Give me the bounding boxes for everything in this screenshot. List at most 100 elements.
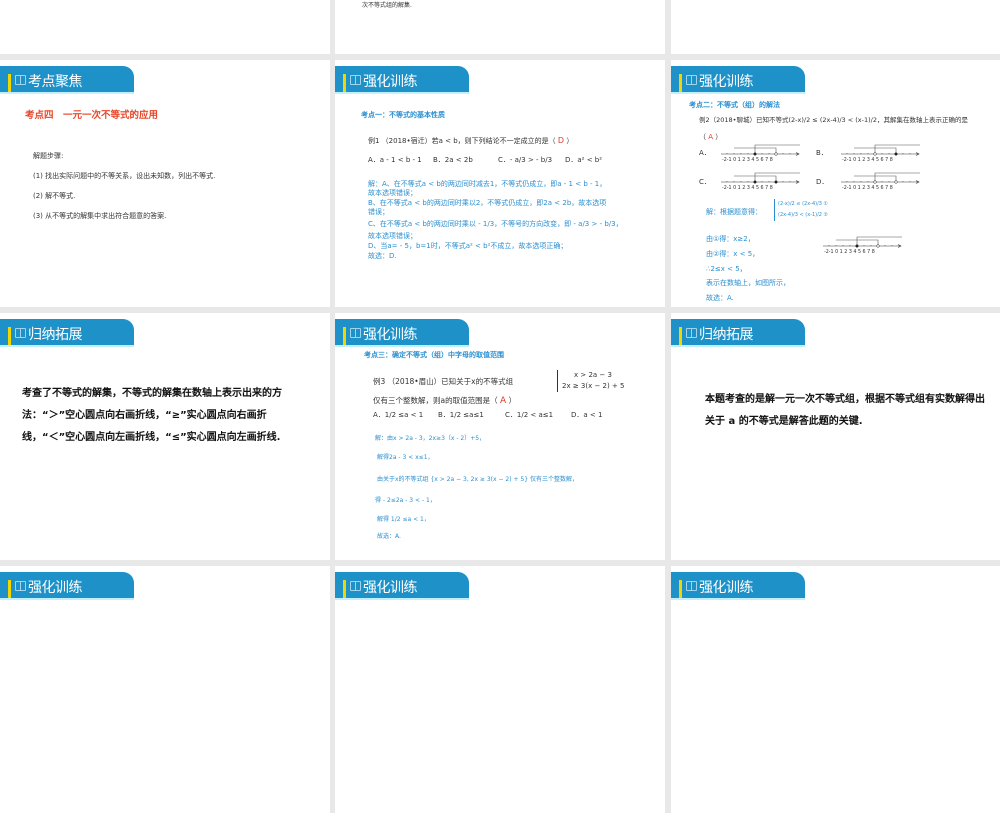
- system-line: (2x-4)/3 < (x-1)/2 ②: [778, 212, 829, 218]
- solution-line: 表示在数轴上，如图所示，: [706, 279, 790, 287]
- book-icon: [15, 75, 26, 85]
- solution-line: 故选：A.: [377, 533, 401, 540]
- solution-line: D、当a= - 5，b=1时，不等式a² < b²不成立，故本选项正确；: [368, 242, 568, 250]
- slide-header-title: 归纳拓展: [699, 327, 754, 343]
- slide-header-tab: 强化训练: [671, 572, 805, 600]
- solution-line: 解得2a - 3 < x≤1，: [377, 454, 434, 461]
- answer: A: [708, 133, 714, 141]
- number-line: -2-1 0 1 2 3 4 5 6 7 8: [841, 144, 920, 162]
- slide-thumbnail[interactable]: 强化训练: [0, 566, 330, 813]
- endpoint-dot: [873, 152, 877, 156]
- slide-thumbnail[interactable]: [0, 0, 330, 54]
- slide-example-3[interactable]: 强化训练 考点三：确定不等式（组）中字母的取值范围 例3 （2018•眉山）已知…: [335, 313, 665, 560]
- solution-line: 解得 1/2 ≤a < 1，: [377, 516, 430, 523]
- book-icon: [15, 328, 26, 338]
- solution-line: 故本选项错误；: [368, 189, 417, 197]
- paren: （: [699, 133, 706, 141]
- solution-bracket: [874, 144, 920, 154]
- slide-header-tab: 归纳拓展: [0, 319, 134, 347]
- slide-header-tab: 强化训练: [335, 572, 469, 600]
- option: C．- a/3 > - b/3: [498, 156, 553, 164]
- option-label: B．: [816, 149, 828, 157]
- question-text: 例1 （2018•宿迁）若a < b，则下列结论不一定成立的是（: [368, 137, 556, 145]
- number-line: -2-1 0 1 2 3 4 5 6 7 8: [721, 144, 800, 162]
- solution-bracket: [754, 144, 800, 154]
- system-line: x > 2a − 3: [574, 371, 612, 379]
- slide-heading: 考点一：不等式的基本性质: [361, 111, 445, 119]
- question-text: 例3 （2018•眉山）已知关于x的不等式组: [373, 377, 514, 386]
- number-line: -2-1 0 1 2 3 4 5 6 7 8: [841, 172, 920, 190]
- tick-labels: -2-1 0 1 2 3 4 5 6 7 8: [722, 185, 773, 190]
- slide-header-tab: 归纳拓展: [671, 319, 805, 347]
- slide-thumbnail[interactable]: [671, 0, 1000, 54]
- endpoint-dot: [753, 152, 757, 156]
- book-icon: [686, 328, 697, 338]
- slide-thumbnail[interactable]: 强化训练: [335, 566, 665, 813]
- option: B．2a < 2b: [433, 156, 473, 164]
- solution-bracket: [856, 236, 902, 246]
- slide-header-title: 强化训练: [699, 74, 754, 90]
- slide-thumbnail[interactable]: 强化训练: [671, 566, 1000, 813]
- endpoint-dot: [774, 152, 778, 156]
- option-label: D．: [816, 178, 829, 186]
- slide-thumbnail[interactable]: 次不等式组的解集.: [335, 0, 665, 54]
- tick-labels: -2-1 0 1 2 3 4 5 6 7 8: [824, 249, 875, 254]
- endpoint-dot: [894, 152, 898, 156]
- slide-example-2[interactable]: 强化训练 考点二：不等式（组）的解法 例2（2018•聊城）已知不等式(2-x)…: [671, 60, 1000, 307]
- option-label: A．: [699, 149, 711, 157]
- slide-header-tab: 强化训练: [335, 319, 469, 347]
- option-label: C．: [699, 178, 711, 186]
- answer: D: [557, 136, 565, 145]
- solution-prefix: 解：根据题意得：: [706, 208, 762, 216]
- slide-header-tab: 强化训练: [335, 66, 469, 94]
- option: B．1/2 ≤a≤1: [438, 411, 484, 419]
- endpoint-dot: [855, 244, 859, 248]
- option: D．a < 1: [571, 411, 603, 419]
- summary-text: 考查了不等式的解集，不等式的解集在数轴上表示出来的方法：“＞”空心圆点向右画折线…: [22, 388, 282, 443]
- option: A．a - 1 < b - 1: [368, 156, 422, 164]
- slide-summary-1[interactable]: 归纳拓展 考查了不等式的解集，不等式的解集在数轴上表示出来的方法：“＞”空心圆点…: [0, 313, 330, 560]
- book-icon: [15, 581, 26, 591]
- text-line: (2) 解不等式.: [33, 192, 76, 200]
- slide-header-title: 强化训练: [28, 580, 83, 596]
- tick-labels: -2-1 0 1 2 3 4 5 6 7 8: [842, 185, 893, 190]
- slide-heading: 考点三：确定不等式（组）中字母的取值范围: [364, 351, 504, 359]
- solution-line: C、在不等式a < b的两边同时乘以 - 1/3，不等号的方向改变，即 - a/…: [368, 220, 623, 228]
- tick-labels: -2-1 0 1 2 3 4 5 6 7 8: [722, 157, 773, 162]
- book-icon: [350, 581, 361, 591]
- slide-header-tab: 强化训练: [0, 572, 134, 600]
- slide-header-title: 强化训练: [363, 580, 418, 596]
- slide-header-title: 强化训练: [699, 580, 754, 596]
- slide-header-title: 强化训练: [363, 74, 418, 90]
- slide-kaodian-4[interactable]: 考点聚焦 考点四 一元一次不等式的应用 解题步骤: (1) 找出实际问题中的不等…: [0, 60, 330, 307]
- slide-example-1[interactable]: 强化训练 考点一：不等式的基本性质 例1 （2018•宿迁）若a < b，则下列…: [335, 60, 665, 307]
- slide-header-tab: 考点聚焦: [0, 66, 134, 94]
- question-text: 仅有三个整数解，则a的取值范围是（: [373, 396, 498, 405]
- endpoint-dot: [873, 180, 877, 184]
- slide-header-title: 强化训练: [363, 327, 418, 343]
- solution-line: 故本选项错误；: [368, 232, 417, 240]
- question-text: 例2（2018•聊城）已知不等式(2-x)/2 ≤ (2x-4)/3 < (x-…: [699, 116, 968, 124]
- solution-line: 得 - 2≤2a - 3 < - 1，: [375, 497, 436, 504]
- book-icon: [350, 75, 361, 85]
- solution-bracket: [874, 172, 920, 182]
- option: A．1/2 ≤a < 1: [373, 411, 424, 419]
- number-line: -2-1 0 1 2 3 4 5 6 7 8: [823, 236, 902, 254]
- question-close: ）: [566, 137, 574, 145]
- option: C．1/2 < a≤1: [505, 411, 554, 419]
- slide-text: 次不等式组的解集.: [362, 2, 412, 9]
- solution-line: 由关于x的不等式组 {x > 2a − 3, 2x ≥ 3(x − 2) + 5…: [377, 476, 578, 483]
- book-icon: [350, 328, 361, 338]
- solution-line: 故选：D.: [368, 252, 397, 260]
- solution-line: 解：A、在不等式a < b的两边同时减去1，不等式仍成立，即a - 1 < b …: [368, 180, 607, 188]
- number-line: -2-1 0 1 2 3 4 5 6 7 8: [721, 172, 800, 190]
- solution-line: ∴2≤x < 5，: [706, 265, 747, 273]
- slide-heading: 考点四 一元一次不等式的应用: [25, 110, 159, 121]
- book-icon: [686, 75, 697, 85]
- solution-line: B、在不等式a < b的两边同时乘以2，不等式仍成立，即2a < 2b，故本选项: [368, 199, 607, 207]
- option: D．a² < b²: [565, 156, 603, 164]
- solution-line: 解：由x > 2a - 3，2x≥3（x - 2）+5，: [375, 435, 486, 442]
- tick-labels: -2-1 0 1 2 3 4 5 6 7 8: [842, 157, 893, 162]
- solution-bracket: [754, 172, 800, 182]
- slide-summary-2[interactable]: 归纳拓展 本题考查的是解一元一次不等式组，根据不等式组有实数解得出关于 a 的不…: [671, 313, 1000, 560]
